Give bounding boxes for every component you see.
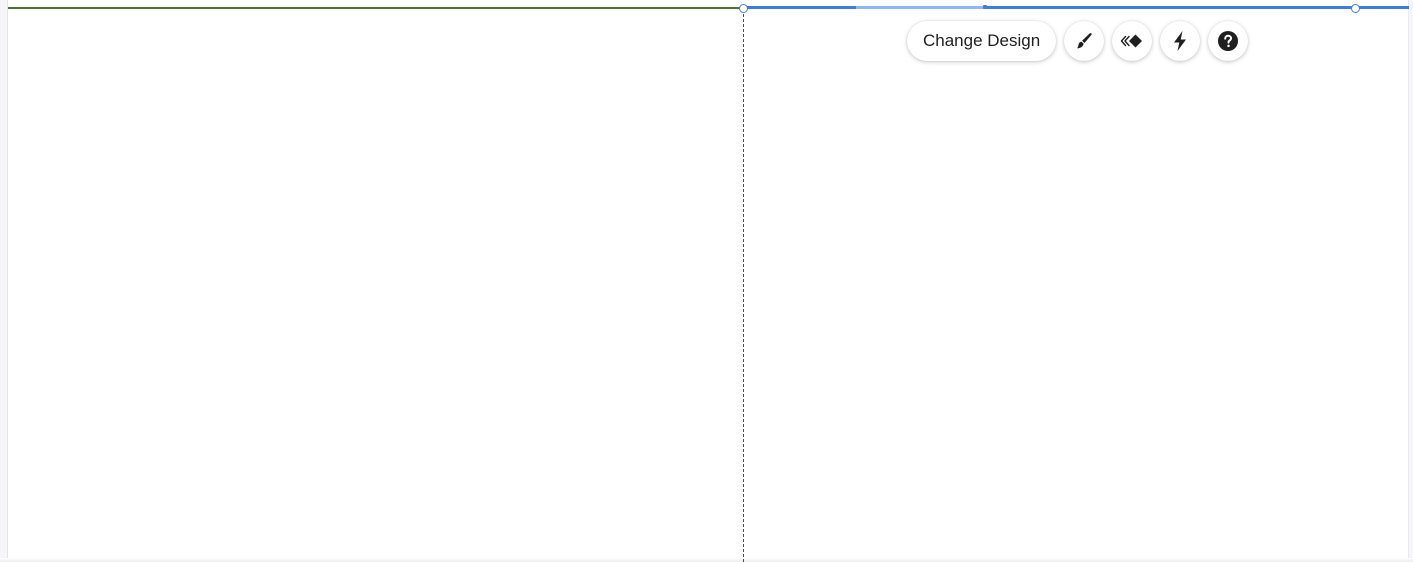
resize-handle-right[interactable] <box>1351 4 1360 13</box>
floating-toolbar: Change Design <box>907 21 1249 61</box>
editor-canvas[interactable]: Change Design <box>0 0 1413 562</box>
bottom-edge <box>0 558 1413 562</box>
section-top-border <box>8 7 743 9</box>
right-gutter <box>1408 0 1413 562</box>
help-icon <box>1218 31 1239 51</box>
column-divider[interactable] <box>743 9 744 562</box>
interactions-button[interactable] <box>1160 21 1201 61</box>
left-gutter <box>0 0 8 562</box>
border-notch <box>983 5 987 9</box>
change-design-button[interactable]: Change Design <box>907 21 1057 61</box>
lightning-icon <box>1174 31 1187 51</box>
design-button[interactable] <box>1064 21 1105 61</box>
animation-icon <box>1121 34 1143 48</box>
help-button[interactable] <box>1208 21 1249 61</box>
selected-column-top-highlight <box>856 6 986 9</box>
animation-button[interactable] <box>1112 21 1153 61</box>
selected-column-top-border <box>744 6 1409 9</box>
brush-icon <box>1077 33 1092 49</box>
resize-handle-left[interactable] <box>739 4 748 13</box>
